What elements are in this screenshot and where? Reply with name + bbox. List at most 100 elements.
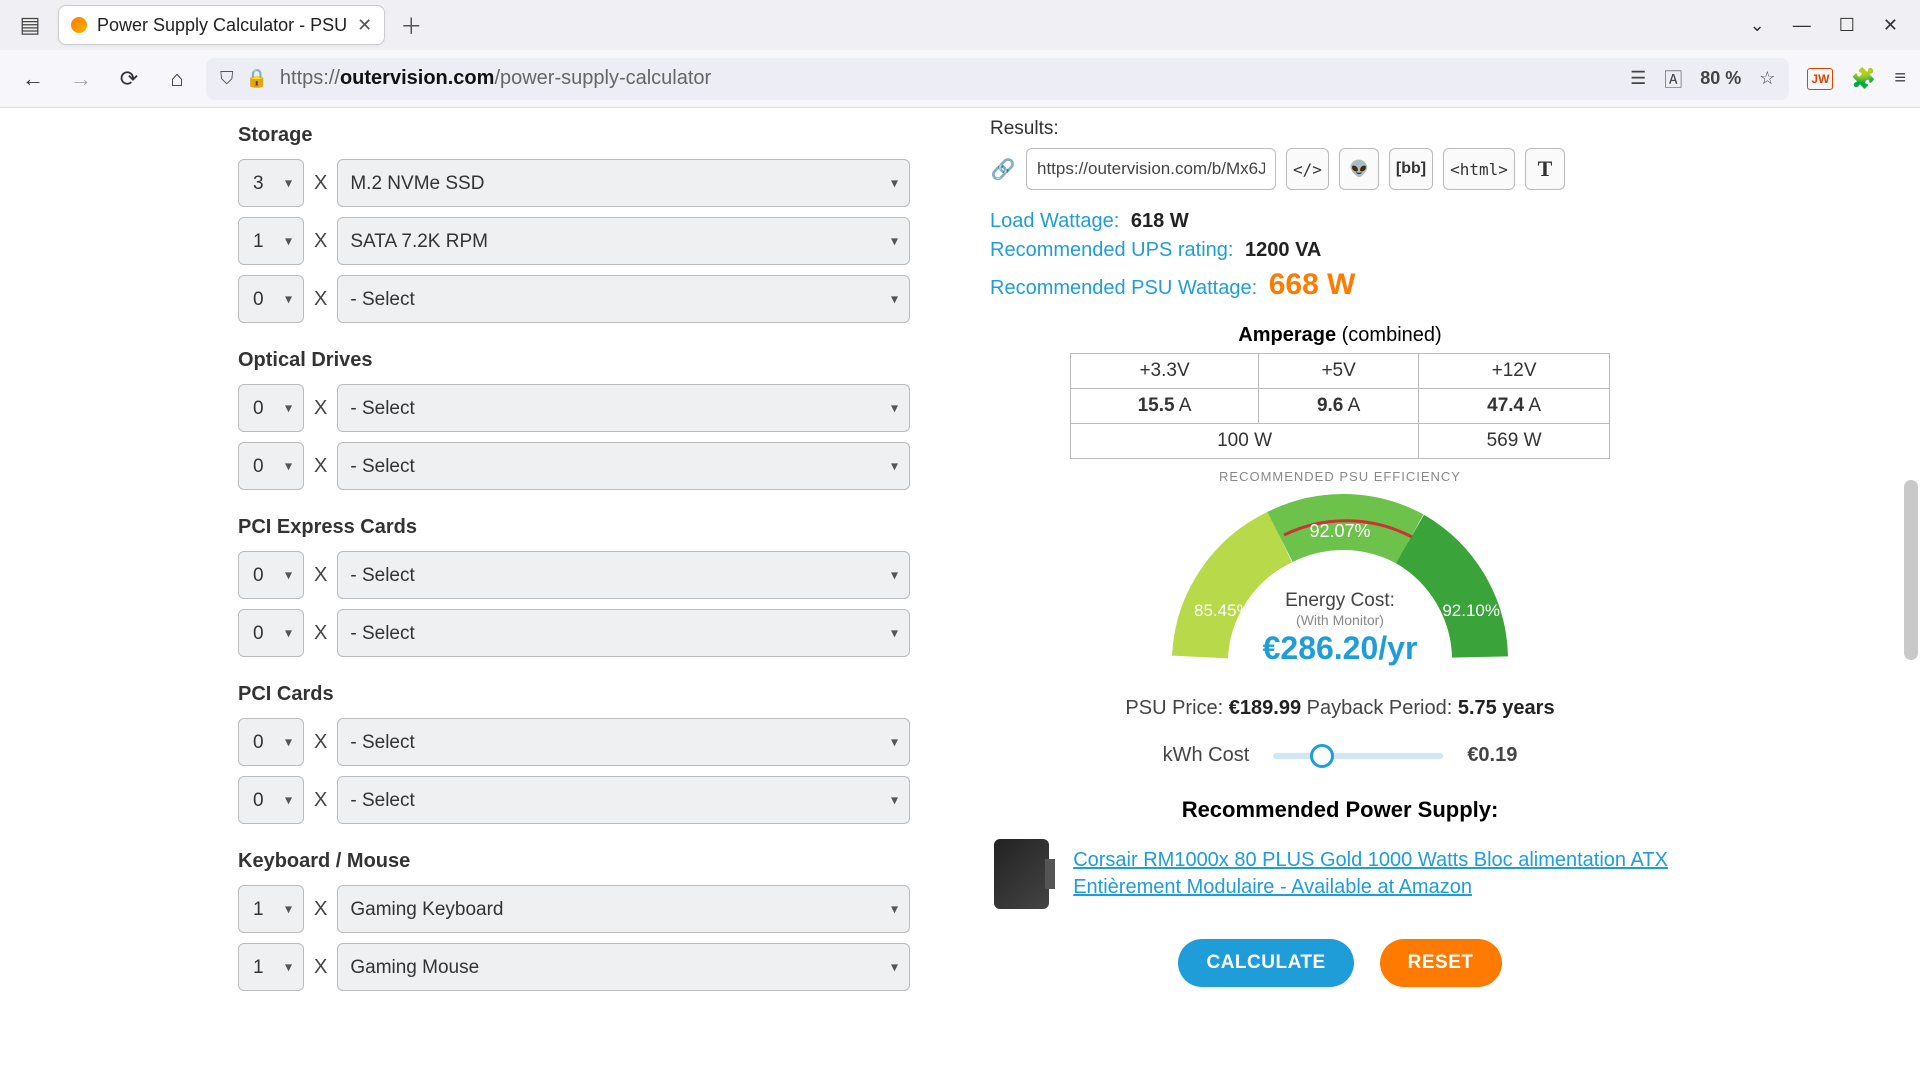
- lock-icon[interactable]: 🔒: [246, 68, 268, 89]
- extension1-icon[interactable]: JW: [1807, 68, 1833, 90]
- section-kb-title: Keyboard / Mouse: [238, 850, 910, 873]
- address-bar-tools: ☰ 🄰 80 % ☆: [1630, 66, 1775, 92]
- pci-item-1[interactable]: - Select: [337, 776, 910, 824]
- section-pci-title: PCI Cards: [238, 683, 910, 706]
- share-text-button[interactable]: T: [1525, 148, 1565, 190]
- sidebar-toggle-icon[interactable]: ▤: [10, 5, 50, 45]
- pcie-item-1[interactable]: - Select: [337, 609, 910, 657]
- optical-qty-1[interactable]: 0: [238, 442, 304, 490]
- x-label: X: [314, 898, 327, 921]
- minimize-icon[interactable]: —: [1793, 15, 1811, 36]
- psu-price-line: PSU Price: €189.99 Payback Period: 5.75 …: [990, 697, 1690, 720]
- window-controls: ⌄ — ☐ ✕: [1750, 15, 1910, 36]
- url-prefix: https://: [280, 67, 340, 89]
- share-reddit-button[interactable]: 👽: [1339, 148, 1379, 190]
- share-bar: 🔗 </> 👽 [bb] <html> T: [990, 148, 1690, 190]
- url-field[interactable]: ⛉ 🔒 https://outervision.com/power-supply…: [206, 58, 1789, 100]
- storage-item-1[interactable]: SATA 7.2K RPM: [337, 217, 910, 265]
- translate-icon[interactable]: 🄰: [1664, 66, 1682, 92]
- pci-qty-0[interactable]: 0: [238, 718, 304, 766]
- optical-qty-0[interactable]: 0: [238, 384, 304, 432]
- x-label: X: [314, 622, 327, 645]
- optical-row-1: 0 X - Select: [238, 442, 910, 490]
- storage-qty-0[interactable]: 3: [238, 159, 304, 207]
- kb-qty-0[interactable]: 1: [238, 885, 304, 933]
- pci-item-0[interactable]: - Select: [337, 718, 910, 766]
- storage-qty-1[interactable]: 1: [238, 217, 304, 265]
- section-storage-title: Storage: [238, 124, 910, 147]
- amp-h3: +12V: [1419, 354, 1610, 389]
- ups-value: 1200 VA: [1245, 239, 1321, 261]
- optical-item-1[interactable]: - Select: [337, 442, 910, 490]
- amperage-table: +3.3V +5V +12V 15.5 A 9.6 A 47.4 A 100 W…: [1070, 353, 1610, 459]
- tab-active[interactable]: Power Supply Calculator - PSU ✕: [58, 5, 385, 45]
- kwh-label: kWh Cost: [1163, 744, 1250, 767]
- kb-row-1: 1 X Gaming Mouse: [238, 943, 910, 991]
- reload-button[interactable]: ⟳: [110, 60, 148, 98]
- x-label: X: [314, 956, 327, 979]
- amperage-title-rest: (combined): [1336, 324, 1442, 346]
- share-embed-button[interactable]: </>: [1286, 148, 1329, 190]
- bookmark-star-icon[interactable]: ☆: [1759, 68, 1775, 89]
- extensions-icon[interactable]: 🧩: [1851, 66, 1876, 91]
- kwh-slider[interactable]: [1273, 753, 1443, 759]
- section-optical-title: Optical Drives: [238, 349, 910, 372]
- optical-item-0[interactable]: - Select: [337, 384, 910, 432]
- energy-cost-label: Energy Cost:: [1160, 590, 1520, 612]
- tab-close-icon[interactable]: ✕: [357, 15, 372, 36]
- psu-value: 668 W: [1269, 268, 1356, 301]
- favicon-icon: [71, 17, 87, 33]
- kb-item-0[interactable]: Gaming Keyboard: [337, 885, 910, 933]
- tab-title: Power Supply Calculator - PSU: [97, 15, 347, 36]
- results-title: Results:: [990, 118, 1690, 140]
- home-button[interactable]: ⌂: [158, 60, 196, 98]
- kb-qty-1[interactable]: 1: [238, 943, 304, 991]
- load-wattage-value: 618 W: [1131, 210, 1189, 232]
- kwh-value: €0.19: [1467, 744, 1517, 767]
- storage-item-0[interactable]: M.2 NVMe SSD: [337, 159, 910, 207]
- x-label: X: [314, 288, 327, 311]
- kb-row-0: 1 X Gaming Keyboard: [238, 885, 910, 933]
- pcie-qty-0[interactable]: 0: [238, 551, 304, 599]
- content-wrap: Storage 3 X M.2 NVMe SSD 1 X SATA 7.2K R…: [220, 118, 1700, 1050]
- address-bar: ← → ⟳ ⌂ ⛉ 🔒 https://outervision.com/powe…: [0, 50, 1920, 108]
- amp-w2: 569 W: [1419, 424, 1610, 459]
- storage-item-2[interactable]: - Select: [337, 275, 910, 323]
- pcie-qty-1[interactable]: 0: [238, 609, 304, 657]
- pcie-item-0[interactable]: - Select: [337, 551, 910, 599]
- url-text: https://outervision.com/power-supply-cal…: [280, 67, 711, 90]
- close-window-icon[interactable]: ✕: [1883, 15, 1898, 36]
- back-button[interactable]: ←: [14, 60, 52, 98]
- pci-qty-1[interactable]: 0: [238, 776, 304, 824]
- zoom-level[interactable]: 80 %: [1700, 68, 1741, 89]
- hamburger-menu-icon[interactable]: ≡: [1894, 67, 1906, 90]
- pci-row-0: 0 X - Select: [238, 718, 910, 766]
- share-html-button[interactable]: <html>: [1443, 148, 1515, 190]
- link-icon[interactable]: 🔗: [990, 156, 1016, 182]
- storage-qty-2[interactable]: 0: [238, 275, 304, 323]
- reset-button[interactable]: RESET: [1380, 939, 1502, 987]
- new-tab-button[interactable]: ＋: [393, 7, 429, 43]
- energy-cost-sub: (With Monitor): [1160, 612, 1520, 628]
- gauge-center: Energy Cost: (With Monitor) €286.20/yr: [1160, 590, 1520, 667]
- share-bbcode-button[interactable]: [bb]: [1389, 148, 1433, 190]
- psu-label: Recommended PSU Wattage:: [990, 277, 1257, 299]
- pci-row-1: 0 X - Select: [238, 776, 910, 824]
- amp-w1: 100 W: [1071, 424, 1419, 459]
- page-content: Storage 3 X M.2 NVMe SSD 1 X SATA 7.2K R…: [0, 108, 1920, 1080]
- amperage-title: Amperage (combined): [990, 324, 1690, 347]
- amp-h2: +5V: [1259, 354, 1419, 389]
- x-label: X: [314, 172, 327, 195]
- share-url-input[interactable]: [1026, 148, 1276, 190]
- tabs-dropdown-icon[interactable]: ⌄: [1750, 15, 1765, 36]
- kb-item-1[interactable]: Gaming Mouse: [337, 943, 910, 991]
- psu-price-label: PSU Price:: [1125, 697, 1228, 719]
- shield-icon[interactable]: ⛉: [220, 68, 234, 89]
- url-host: outervision.com: [340, 67, 494, 89]
- section-pcie-title: PCI Express Cards: [238, 516, 910, 539]
- calculate-button[interactable]: CALCULATE: [1178, 939, 1353, 987]
- scrollbar-thumb[interactable]: [1904, 480, 1918, 660]
- maximize-icon[interactable]: ☐: [1839, 15, 1855, 36]
- reader-mode-icon[interactable]: ☰: [1630, 68, 1646, 89]
- recommended-psu-link[interactable]: Corsair RM1000x 80 PLUS Gold 1000 Watts …: [1073, 847, 1686, 901]
